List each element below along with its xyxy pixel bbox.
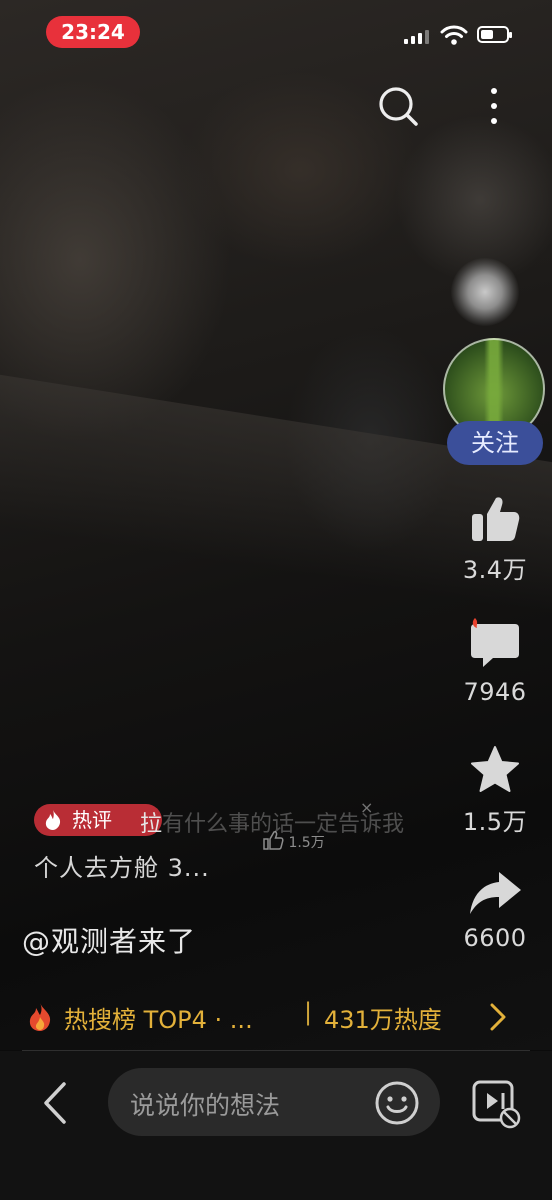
- signal-icon: [404, 30, 430, 44]
- comment-input[interactable]: 说说你的想法: [108, 1068, 440, 1136]
- status-bar: 23:24: [0, 0, 552, 64]
- comment-bubble-icon: [471, 618, 519, 667]
- author-handle[interactable]: @观测者来了: [22, 920, 196, 960]
- hot-comment-like-count: 1.5万: [288, 835, 325, 851]
- status-time: 23:24: [46, 16, 140, 48]
- chevron-right-icon: [490, 1003, 506, 1031]
- hot-comment-card[interactable]: 热评 拉有什么事的话一定告诉我 1.5万 × 个人去方舱 3...: [30, 796, 440, 886]
- floating-assist-button[interactable]: [451, 258, 519, 326]
- search-icon[interactable]: [376, 84, 420, 128]
- emoji-icon[interactable]: [374, 1080, 420, 1126]
- hot-comment-badge-label: 热评: [72, 808, 112, 832]
- thumbs-up-icon: [472, 497, 520, 541]
- share-count: 6600: [463, 924, 527, 952]
- hot-comment-close-icon[interactable]: ×: [360, 798, 373, 817]
- hot-search-heat: 431万热度: [324, 1006, 442, 1034]
- share-arrow-icon: [470, 872, 521, 914]
- hot-search-bar[interactable]: 热搜榜 TOP4 · ... | 431万热度: [22, 990, 530, 1044]
- comment-count: 7946: [463, 678, 527, 706]
- thumbs-up-outline-icon: [263, 831, 284, 850]
- hot-comment-text-start: 拉: [140, 812, 163, 837]
- back-chevron-icon[interactable]: [40, 1078, 72, 1128]
- battery-icon: [477, 26, 512, 43]
- hot-comment-like[interactable]: 1.5万: [262, 830, 325, 852]
- favorite-action[interactable]: 1.5万: [450, 744, 540, 837]
- hot-search-rank: 热搜榜 TOP4 · ...: [64, 1006, 253, 1034]
- star-icon: [471, 746, 519, 792]
- comment-action[interactable]: 7946: [450, 616, 540, 706]
- like-count: 3.4万: [462, 556, 528, 584]
- hot-search-separator: |: [304, 998, 313, 1026]
- more-vertical-icon[interactable]: [480, 84, 508, 128]
- share-action[interactable]: 6600: [450, 868, 540, 952]
- hot-search-flame-icon: [29, 1003, 51, 1031]
- flame-icon: [45, 810, 61, 830]
- wifi-icon: [440, 25, 468, 45]
- screen-off-icon[interactable]: [470, 1078, 522, 1130]
- favorite-count: 1.5万: [462, 808, 528, 836]
- like-action[interactable]: 3.4万: [450, 494, 540, 585]
- hot-comment-text-line2: 个人去方舱 3...: [34, 854, 210, 882]
- follow-button[interactable]: 关注: [447, 421, 543, 465]
- comment-input-placeholder: 说说你的想法: [130, 1091, 281, 1120]
